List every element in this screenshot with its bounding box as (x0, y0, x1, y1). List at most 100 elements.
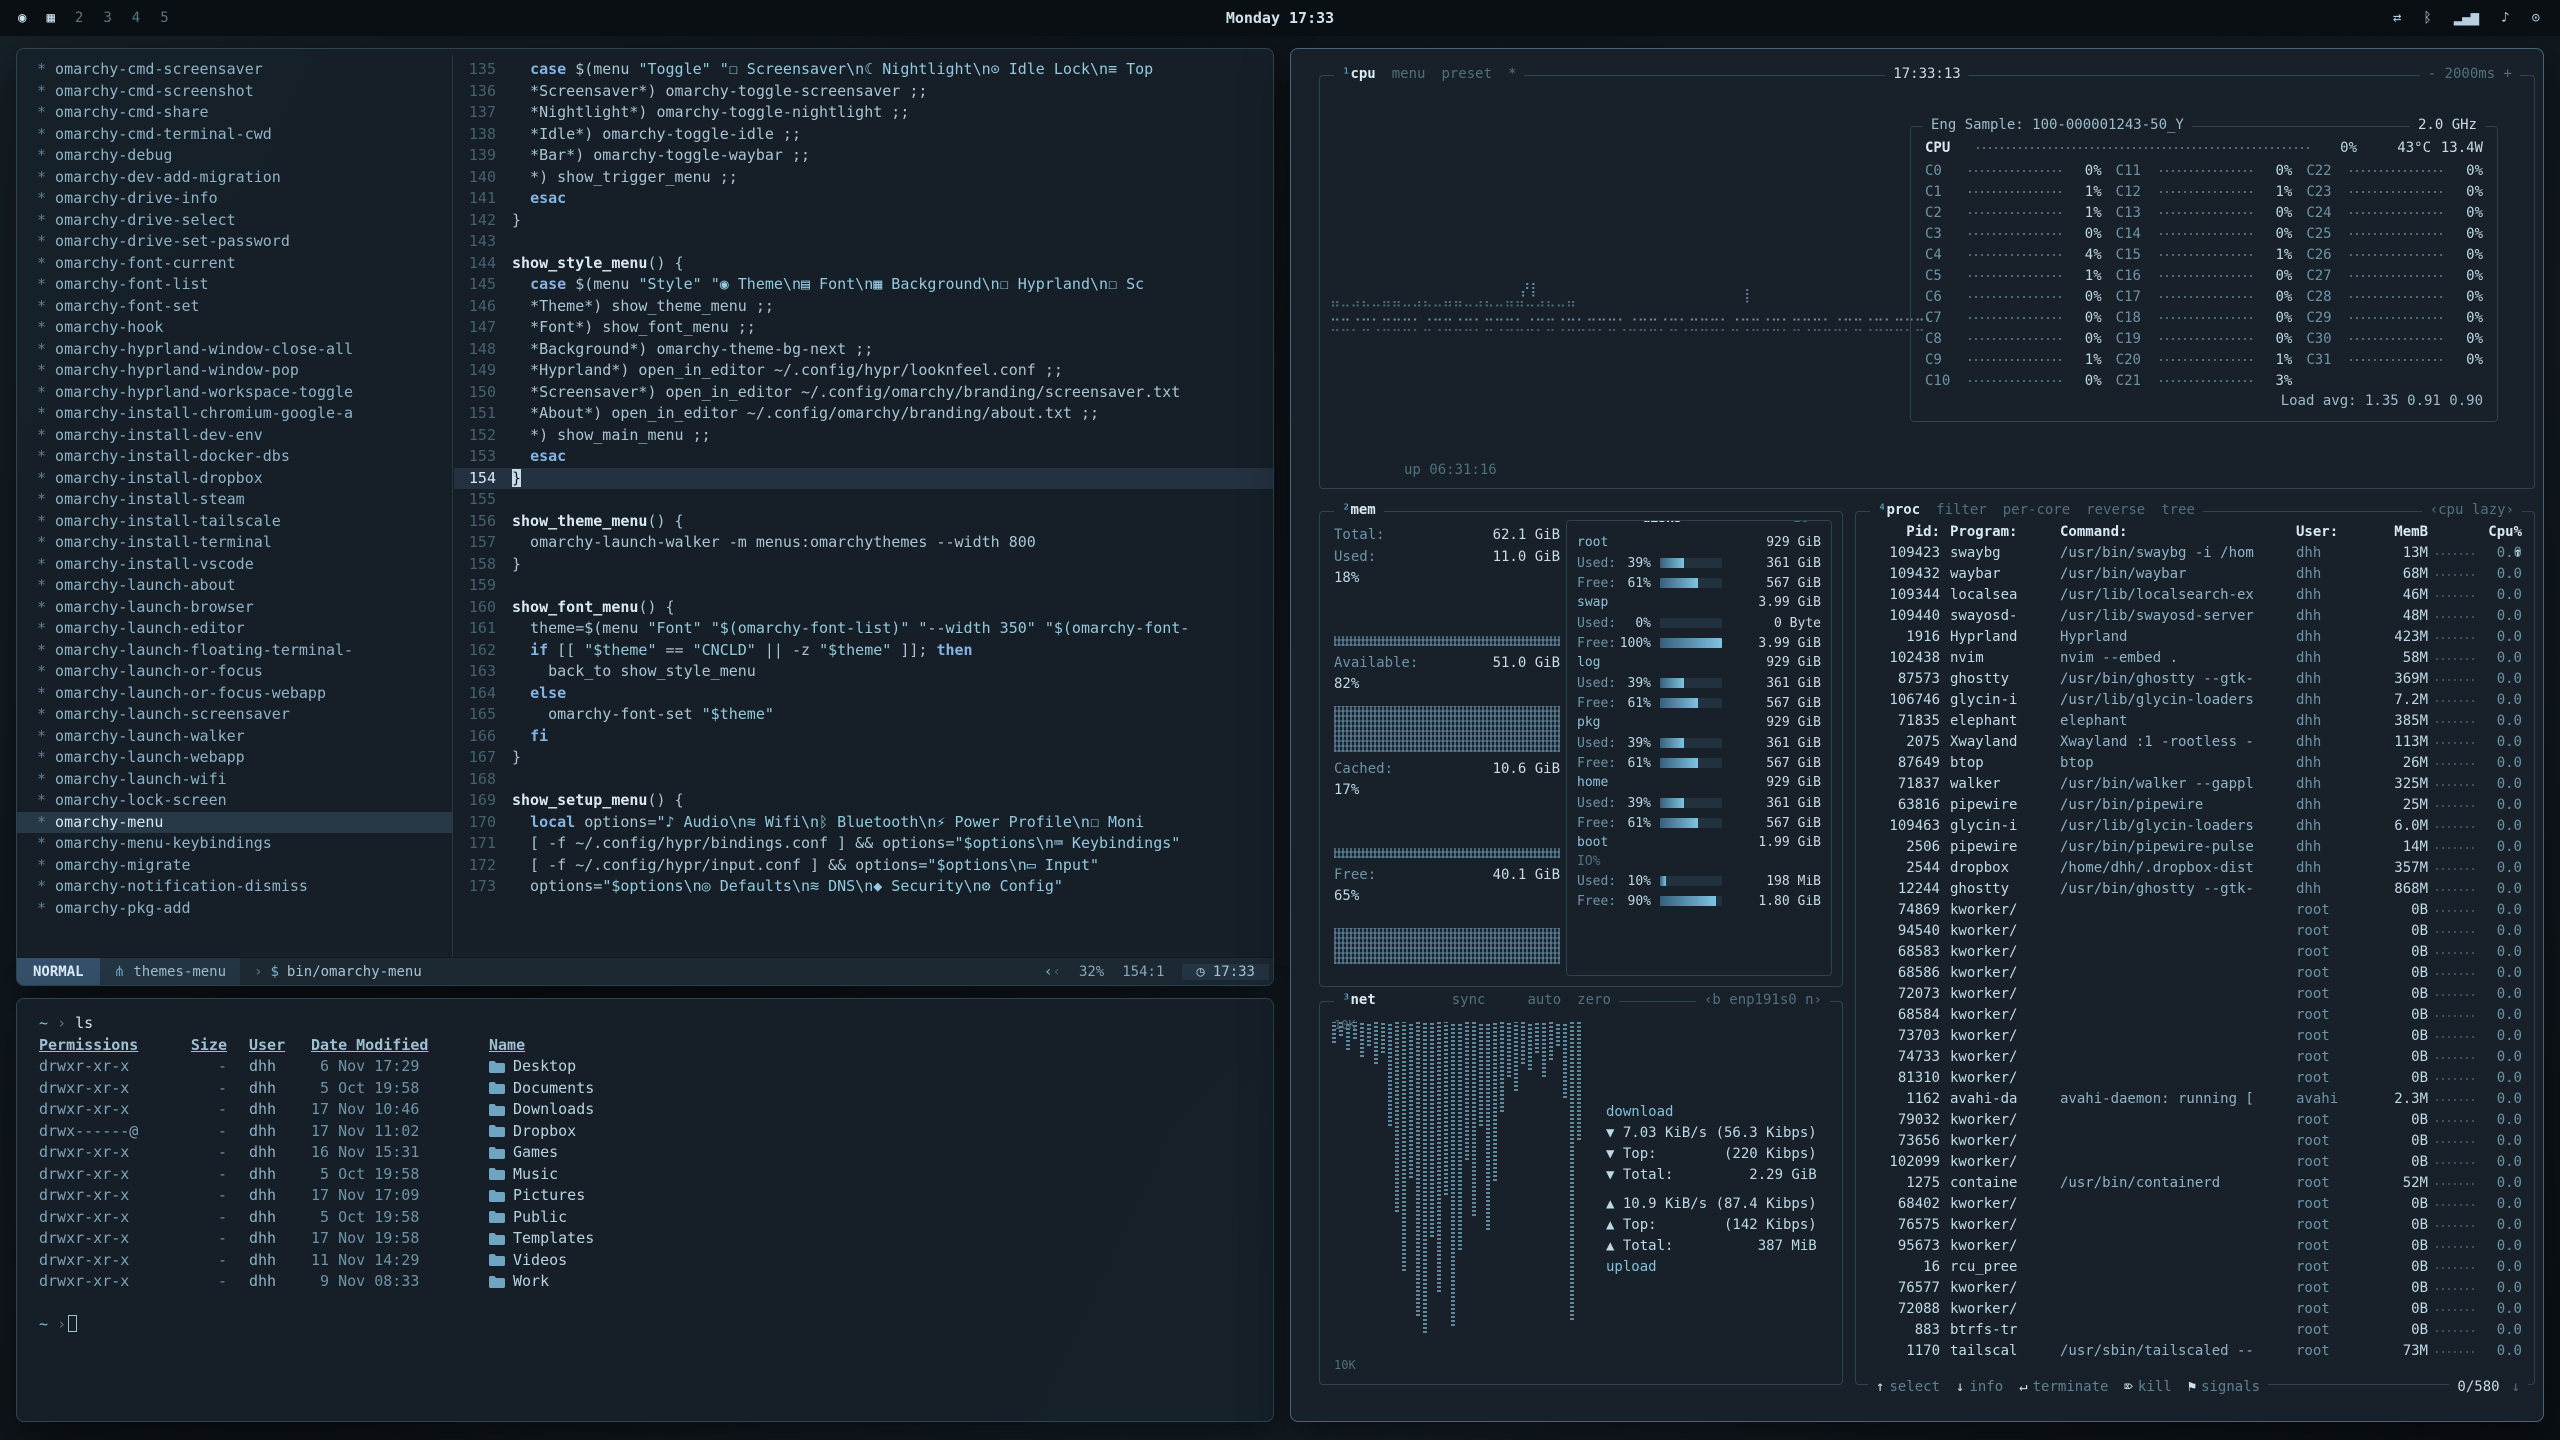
file-item[interactable]: * omarchy-menu-keybindings (17, 833, 452, 855)
sync-toggle[interactable]: sync (1452, 992, 1486, 1008)
file-item[interactable]: * omarchy-launch-screensaver (17, 704, 452, 726)
file-item[interactable]: * omarchy-install-dev-env (17, 425, 452, 447)
file-item[interactable]: * omarchy-hook (17, 317, 452, 339)
file-item[interactable]: * omarchy-migrate (17, 855, 452, 877)
io-tab[interactable]: io (1785, 520, 1817, 526)
bluetooth-icon[interactable]: ᛒ (2423, 10, 2431, 26)
update-interval-control[interactable]: - 2000ms + (2420, 66, 2520, 82)
file-item[interactable]: * omarchy-install-tailscale (17, 511, 452, 533)
preset-button[interactable]: preset (1441, 66, 1492, 82)
proc-row[interactable]: 106746glycin-i/usr/lib/glycin-loadersdhh… (1864, 690, 2528, 711)
file-item[interactable]: * omarchy-launch-webapp (17, 747, 452, 769)
proc-row[interactable]: 68583kworker/root0B0.0 (1864, 942, 2528, 963)
file-item[interactable]: * omarchy-cmd-screensaver (17, 59, 452, 81)
proc-row[interactable]: 109440swayosd-/usr/lib/swayosd-serverdhh… (1864, 606, 2528, 627)
footer-action-info[interactable]: ↓info (1956, 1379, 2003, 1395)
proc-row[interactable]: 109344localsea/usr/lib/localsearch-exdhh… (1864, 585, 2528, 606)
proc-row[interactable]: 76575kworker/root0B0.0 (1864, 1215, 2528, 1236)
file-item[interactable]: * omarchy-font-list (17, 274, 452, 296)
proc-row[interactable]: 68402kworker/root0B0.0 (1864, 1194, 2528, 1215)
auto-toggle[interactable]: auto (1527, 992, 1561, 1008)
disks-title[interactable]: disks (1634, 520, 1689, 526)
proc-row[interactable]: 74733kworker/root0B0.0 (1864, 1047, 2528, 1068)
proc-row[interactable]: 87573ghostty/usr/bin/ghostty --gtk-dhh36… (1864, 669, 2528, 690)
file-item[interactable]: * omarchy-launch-walker (17, 726, 452, 748)
file-item[interactable]: * omarchy-install-dropbox (17, 468, 452, 490)
proc-row[interactable]: 1170tailscal/usr/sbin/tailscaled --root7… (1864, 1341, 2528, 1362)
file-item[interactable]: * omarchy-cmd-share (17, 102, 452, 124)
file-item[interactable]: * omarchy-drive-set-password (17, 231, 452, 253)
volume-icon[interactable]: ♪ (2501, 10, 2509, 26)
proc-row[interactable]: 76577kworker/root0B0.0 (1864, 1278, 2528, 1299)
proc-row[interactable]: 73656kworker/root0B0.0 (1864, 1131, 2528, 1152)
proc-row[interactable]: 95673kworker/root0B0.0 (1864, 1236, 2528, 1257)
file-item[interactable]: * omarchy-launch-floating-terminal- (17, 640, 452, 662)
file-item[interactable]: * omarchy-font-current (17, 253, 452, 275)
file-item[interactable]: * omarchy-hyprland-window-close-all (17, 339, 452, 361)
proc-row[interactable]: 87649btopbtopdhh26M0.0 (1864, 753, 2528, 774)
file-item[interactable]: * omarchy-install-docker-dbs (17, 446, 452, 468)
proc-row[interactable]: 73703kworker/root0B0.0 (1864, 1026, 2528, 1047)
proc-row[interactable]: 2075XwaylandXwayland :1 -rootless -dhh11… (1864, 732, 2528, 753)
file-item[interactable]: * omarchy-install-terminal (17, 532, 452, 554)
filter-button[interactable]: filter (1936, 502, 1987, 518)
sort-mode-selector[interactable]: ‹cpu lazy› (2422, 502, 2522, 518)
network-icon[interactable]: ▂▄▆ (2454, 10, 2479, 26)
file-item[interactable]: * omarchy-launch-or-focus (17, 661, 452, 683)
file-item[interactable]: * omarchy-drive-select (17, 210, 452, 232)
proc-row[interactable]: 63816pipewire/usr/bin/pipewiredhh25M0.0 (1864, 795, 2528, 816)
proc-row[interactable]: 79032kworker/root0B0.0 (1864, 1110, 2528, 1131)
file-item[interactable]: * omarchy-font-set (17, 296, 452, 318)
file-item[interactable]: * omarchy-hyprland-workspace-toggle (17, 382, 452, 404)
proc-row[interactable]: 102099kworker/root0B0.0 (1864, 1152, 2528, 1173)
file-item[interactable]: * omarchy-lock-screen (17, 790, 452, 812)
code-editor[interactable]: 135 case $(menu "Toggle" "☐ Screensaver\… (454, 55, 1273, 957)
file-item[interactable]: * omarchy-launch-or-focus-webapp (17, 683, 452, 705)
file-item[interactable]: * omarchy-cmd-terminal-cwd (17, 124, 452, 146)
proc-row[interactable]: 109463glycin-i/usr/lib/glycin-loadersdhh… (1864, 816, 2528, 837)
tree-toggle[interactable]: tree (2161, 502, 2195, 518)
file-item[interactable]: * omarchy-hyprland-window-pop (17, 360, 452, 382)
footer-action-terminate[interactable]: ↵terminate (2019, 1379, 2108, 1395)
footer-action-kill[interactable]: ⌦kill (2124, 1379, 2171, 1395)
file-item[interactable]: * omarchy-debug (17, 145, 452, 167)
terminal-window[interactable]: ~ › ls PermissionsSizeUserDate ModifiedN… (16, 998, 1274, 1422)
proc-row[interactable]: 109432waybar/usr/bin/waybardhh68M0.0 (1864, 564, 2528, 585)
file-item[interactable]: * omarchy-menu (17, 812, 452, 834)
proc-row[interactable]: 102438nvimnvim --embed .dhh58M0.0 (1864, 648, 2528, 669)
proc-row[interactable]: 74869kworker/root0B0.0 (1864, 900, 2528, 921)
proc-row[interactable]: 1162avahi-daavahi-daemon: running [avahi… (1864, 1089, 2528, 1110)
file-item[interactable]: * omarchy-cmd-screenshot (17, 81, 452, 103)
proc-row[interactable]: 94540kworker/root0B0.0 (1864, 921, 2528, 942)
scroll-down-icon[interactable]: ↓ (2512, 1379, 2520, 1395)
file-item[interactable]: * omarchy-install-steam (17, 489, 452, 511)
menu-button[interactable]: menu (1392, 66, 1426, 82)
proc-row[interactable]: 1275containe/usr/bin/containerdroot52M0.… (1864, 1173, 2528, 1194)
proc-row[interactable]: 883btrfs-trroot0B0.0 (1864, 1320, 2528, 1341)
file-item[interactable]: * omarchy-launch-about (17, 575, 452, 597)
proc-row[interactable]: 71835elephantelephantdhh385M0.0 (1864, 711, 2528, 732)
footer-action-select[interactable]: ↑select (1876, 1379, 1940, 1395)
file-item[interactable]: * omarchy-dev-add-migration (17, 167, 452, 189)
proc-row[interactable]: 81310kworker/root0B0.0 (1864, 1068, 2528, 1089)
file-list[interactable]: * omarchy-cmd-screensaver* omarchy-cmd-s… (17, 55, 453, 957)
screencast-icon[interactable]: ⇄ (2393, 10, 2401, 26)
proc-row[interactable]: 72088kworker/root0B0.0 (1864, 1299, 2528, 1320)
proc-row[interactable]: 68584kworker/root0B0.0 (1864, 1005, 2528, 1026)
proc-row[interactable]: 68586kworker/root0B0.0 (1864, 963, 2528, 984)
footer-action-signals[interactable]: ⚑signals (2188, 1379, 2260, 1395)
file-item[interactable]: * omarchy-launch-editor (17, 618, 452, 640)
zero-toggle[interactable]: zero (1577, 992, 1611, 1008)
proc-row[interactable]: 71837walker/usr/bin/walker --gappldhh325… (1864, 774, 2528, 795)
file-item[interactable]: * omarchy-install-vscode (17, 554, 452, 576)
proc-header[interactable]: Pid:Program:Command:User:MemBCpu% ↑ (1864, 522, 2528, 543)
proc-row[interactable]: 16rcu_preeroot0B0.0 (1864, 1257, 2528, 1278)
proc-row[interactable]: 1916HyprlandHyprlanddhh423M0.0 (1864, 627, 2528, 648)
file-item[interactable]: * omarchy-launch-browser (17, 597, 452, 619)
proc-row[interactable]: 12244ghostty/usr/bin/ghostty --gtk-dhh86… (1864, 879, 2528, 900)
file-item[interactable]: * omarchy-notification-dismiss (17, 876, 452, 898)
proc-row[interactable]: 72073kworker/root0B0.0 (1864, 984, 2528, 1005)
file-item[interactable]: * omarchy-install-chromium-google-a (17, 403, 452, 425)
net-interface-selector[interactable]: ‹b enp191s0 n› (1696, 992, 1830, 1008)
file-item[interactable]: * omarchy-pkg-add (17, 898, 452, 920)
